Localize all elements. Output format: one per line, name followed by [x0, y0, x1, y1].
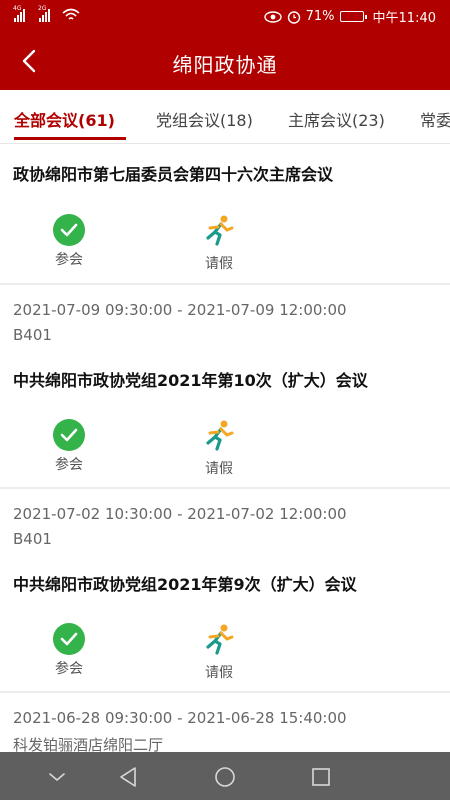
wifi-icon [62, 8, 80, 20]
home-circle-icon [215, 767, 235, 787]
recents-square-icon [312, 768, 330, 786]
attend-label: 参会 [55, 661, 83, 677]
signal-indicators: 4G 2G [13, 5, 80, 22]
meeting-time: 2021-06-28 09:30:00 - 2021-06-28 15:40:0… [13, 709, 347, 727]
hide-nav-button[interactable] [44, 764, 70, 790]
chevron-down-icon [49, 773, 65, 781]
alarm-icon [287, 10, 300, 24]
tab-standing-committee[interactable]: 常委 [420, 107, 450, 131]
meeting-card[interactable]: 政协绵阳市第七届委员会第四十六次主席会议 参会 请假 [0, 144, 450, 283]
meeting-card[interactable]: 2021-07-02 10:30:00 - 2021-07-02 12:00:0… [0, 489, 450, 691]
status-bar: 4G 2G 71% 中午11:40 [0, 0, 450, 32]
check-circle-icon [53, 623, 85, 655]
meeting-time: 2021-07-02 10:30:00 - 2021-07-02 12:00:0… [13, 505, 347, 523]
meeting-time: 2021-07-09 09:30:00 - 2021-07-09 12:00:0… [13, 301, 347, 319]
meeting-card[interactable]: 2021-07-09 09:30:00 - 2021-07-09 12:00:0… [0, 285, 450, 487]
running-person-icon [206, 624, 234, 655]
active-tab-indicator [14, 137, 126, 140]
leave-label: 请假 [205, 256, 233, 272]
nav-back-button[interactable] [115, 764, 141, 790]
nav-home-button[interactable] [212, 764, 238, 790]
app-bar: 绵阳政协通 [0, 32, 450, 90]
meeting-location: B401 [13, 326, 52, 344]
network-type-label: 2G [38, 5, 47, 12]
meeting-title: 中共绵阳市政协党组2021年第10次（扩大）会议 [13, 371, 368, 390]
tab-all-meetings[interactable]: 全部会议(61) [14, 107, 115, 131]
attend-label: 参会 [55, 457, 83, 473]
network-type-label: 4G [13, 5, 22, 12]
signal-4g-icon: 4G [13, 5, 25, 22]
meeting-title: 政协绵阳市第七届委员会第四十六次主席会议 [13, 165, 334, 184]
leave-button[interactable]: 请假 [189, 214, 249, 273]
battery-icon [339, 11, 367, 22]
attend-label: 参会 [55, 252, 83, 268]
meeting-location: B401 [13, 530, 52, 548]
clock: 中午11:40 [372, 11, 436, 26]
system-nav-bar [0, 752, 450, 800]
back-triangle-icon [120, 767, 136, 787]
status-right: 71% 中午11:40 [263, 7, 436, 26]
running-person-icon [206, 420, 234, 451]
leave-label: 请假 [205, 665, 233, 681]
page-title: 绵阳政协通 [172, 53, 278, 77]
leave-label: 请假 [205, 461, 233, 477]
tab-chairman-meetings[interactable]: 主席会议(23) [288, 107, 385, 131]
attend-button[interactable]: 参会 [39, 419, 99, 474]
attend-button[interactable]: 参会 [39, 623, 99, 678]
leave-button[interactable]: 请假 [189, 419, 249, 478]
nav-recents-button[interactable] [308, 764, 334, 790]
eye-icon [263, 10, 282, 23]
check-circle-icon [53, 419, 85, 451]
tab-party-group-meetings[interactable]: 党组会议(18) [156, 107, 253, 131]
battery-percent: 71% [305, 9, 335, 24]
meeting-tabs: 全部会议(61) 党组会议(18) 主席会议(23) 常委 [0, 90, 450, 144]
signal-2g-icon: 2G [38, 5, 50, 22]
check-circle-icon [53, 214, 85, 246]
running-person-icon [206, 215, 234, 246]
leave-button[interactable]: 请假 [189, 623, 249, 682]
attend-button[interactable]: 参会 [39, 214, 99, 269]
meeting-title: 中共绵阳市政协党组2021年第9次（扩大）会议 [13, 575, 357, 594]
